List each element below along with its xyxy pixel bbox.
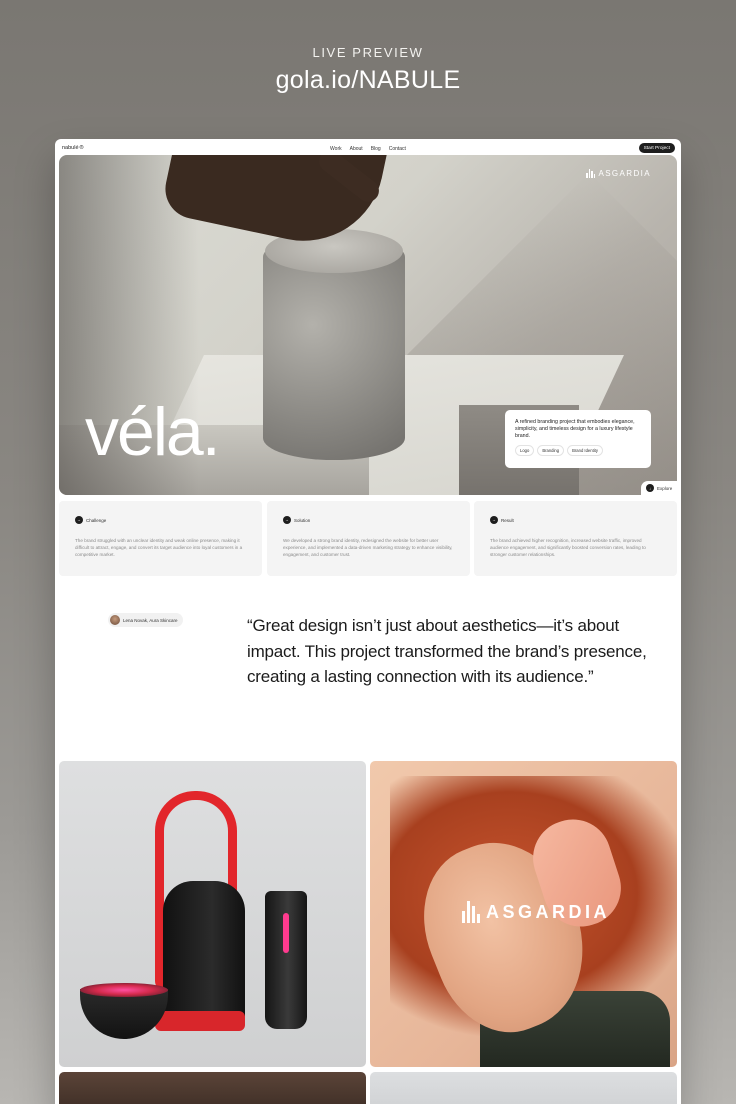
challenge-card: → Challenge The brand struggled with an … (59, 501, 262, 576)
asgardia-logo-text: ASGARDIA (598, 169, 651, 178)
site-logo-text: nabulé (62, 145, 79, 151)
challenge-label: Challenge (86, 517, 107, 523)
solution-card: → Solution We developed a strong brand i… (267, 501, 470, 576)
arrow-right-icon: → (283, 516, 291, 524)
arrow-right-icon: → (490, 516, 498, 524)
hero-title: véla. (85, 394, 221, 470)
hero-image: ASGARDIA véla. A refined branding projec… (59, 155, 677, 495)
arrow-right-icon: → (75, 516, 83, 524)
nav-work[interactable]: Work (330, 146, 342, 152)
asgardia-logo: ASGARDIA (586, 169, 651, 178)
product-image[interactable] (59, 761, 366, 1067)
browser-frame: nabulé® Work About Blog Contact Start Pr… (55, 139, 681, 1104)
gallery-image-3[interactable] (59, 1072, 366, 1104)
hero-info-card: A refined branding project that embodies… (505, 410, 651, 468)
portrait-asgardia-logo: ASGARDIA (462, 901, 610, 923)
challenge-pill: → Challenge (75, 516, 246, 524)
hero-description: A refined branding project that embodies… (515, 419, 635, 440)
hero-tags: Logo Branding Brand Identity (515, 445, 641, 457)
asgardia-logo-icon (586, 169, 596, 178)
result-pill: → Result (490, 516, 661, 524)
tag-branding[interactable]: Branding (537, 445, 565, 457)
explore-label: Explore (657, 485, 673, 491)
solution-text: We developed a strong brand identity, re… (283, 538, 453, 557)
glowing-bowl-rim (80, 983, 168, 997)
site-url[interactable]: gola.io/NABULE (0, 66, 736, 95)
top-nav: Work About Blog Contact (318, 142, 418, 155)
portrait-logo-text: ASGARDIA (486, 901, 611, 922)
site-logo[interactable]: nabulé® (62, 145, 84, 151)
arrow-down-icon: ↓ (646, 484, 654, 492)
result-text: The brand achieved higher recognition, i… (490, 538, 646, 557)
start-project-button[interactable]: Start Project (638, 143, 675, 153)
live-preview-label: LIVE PREVIEW (312, 45, 424, 60)
avatar (110, 615, 120, 625)
result-label: Result (501, 517, 514, 523)
red-base-shape (155, 1011, 245, 1031)
pink-slot (283, 913, 289, 953)
solution-pill: → Solution (283, 516, 454, 524)
black-cylinder-shape (265, 891, 307, 1029)
result-card: → Result The brand achieved higher recog… (474, 501, 677, 576)
testimonial-quote: “Great design isn’t just about aesthetic… (247, 616, 647, 686)
asgardia-logo-icon (462, 901, 480, 923)
gallery-image-4[interactable] (370, 1072, 677, 1104)
challenge-text: The brand struggled with an unclear iden… (75, 538, 243, 557)
tag-brand-identity[interactable]: Brand Identity (567, 445, 603, 457)
portrait-image[interactable]: ASGARDIA (370, 761, 677, 1067)
tag-logo[interactable]: Logo (515, 445, 535, 457)
author-name: Lena Novak, Aura Skincare (123, 617, 178, 623)
explore-button[interactable]: ↓ Explore (641, 481, 677, 495)
nav-contact[interactable]: Contact (389, 146, 406, 152)
registered-mark: ® (79, 145, 84, 151)
black-device-body (163, 881, 245, 1031)
nav-about[interactable]: About (350, 146, 363, 152)
nav-blog[interactable]: Blog (371, 146, 381, 152)
solution-label: Solution (294, 517, 311, 523)
testimonial-author: Lena Novak, Aura Skincare (108, 613, 183, 627)
